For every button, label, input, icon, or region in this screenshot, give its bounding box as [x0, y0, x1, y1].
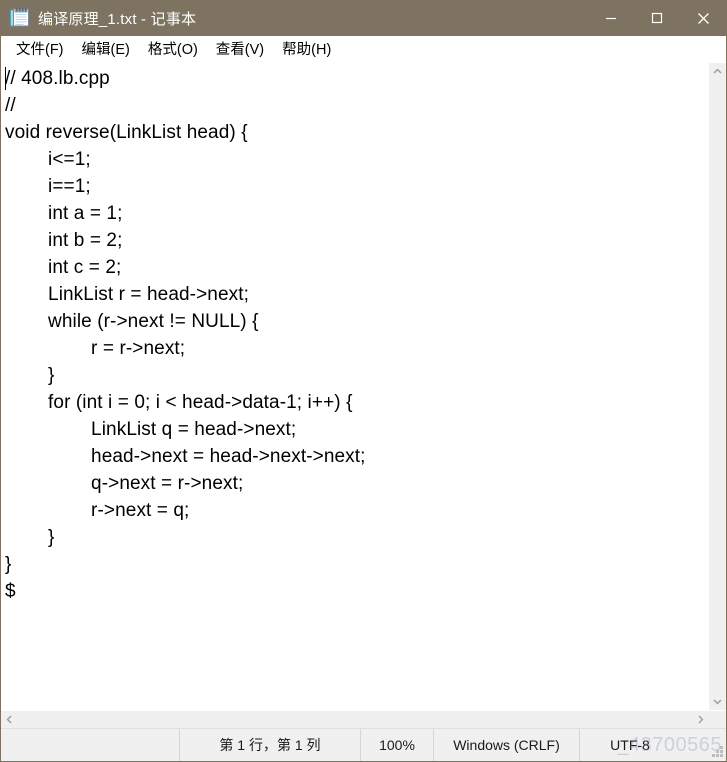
resize-grip[interactable] — [711, 746, 723, 758]
menu-bar: 文件(F) 编辑(E) 格式(O) 查看(V) 帮助(H) — [1, 36, 726, 63]
scroll-down-button[interactable] — [709, 693, 726, 710]
menu-item-help[interactable]: 帮助(H) — [273, 36, 340, 62]
chevron-left-icon — [6, 715, 12, 724]
status-cursor-position: 第 1 行，第 1 列 — [179, 729, 360, 761]
horizontal-scrollbar[interactable] — [1, 711, 709, 728]
text-editor-area[interactable]: // 408.lb.cpp // void reverse(LinkList h… — [1, 63, 708, 710]
window-title: 编译原理_1.txt - 记事本 — [38, 10, 197, 28]
scroll-right-button[interactable] — [692, 711, 709, 728]
vertical-scrollbar[interactable] — [708, 63, 726, 710]
menu-item-file[interactable]: 文件(F) — [7, 36, 73, 62]
menu-item-edit[interactable]: 编辑(E) — [73, 36, 139, 62]
minimize-button[interactable] — [588, 0, 634, 36]
status-spacer — [1, 729, 179, 761]
chevron-down-icon — [713, 699, 722, 705]
scrollbar-corner — [709, 711, 726, 728]
status-bar: 第 1 行，第 1 列 100% Windows (CRLF) UTF-8 _4… — [1, 728, 726, 761]
status-line-ending: Windows (CRLF) — [433, 729, 579, 761]
status-encoding: UTF-8 — [579, 729, 680, 761]
close-icon — [697, 12, 709, 24]
maximize-button[interactable] — [634, 0, 680, 36]
editor-content[interactable]: // 408.lb.cpp // void reverse(LinkList h… — [1, 65, 708, 605]
chevron-right-icon — [698, 715, 704, 724]
scroll-up-button[interactable] — [709, 63, 726, 80]
notepad-window: 编译原理_1.txt - 记事本 文件(F) 编辑(E) 格式(O) 查看(V)… — [0, 0, 727, 762]
caption-buttons — [588, 0, 726, 36]
title-bar[interactable]: 编译原理_1.txt - 记事本 — [1, 0, 726, 36]
maximize-icon — [651, 12, 663, 24]
close-button[interactable] — [680, 0, 726, 36]
horizontal-scrollbar-row — [1, 710, 726, 728]
status-zoom-level[interactable]: 100% — [360, 729, 433, 761]
chevron-up-icon — [713, 68, 722, 74]
editor-row: // 408.lb.cpp // void reverse(LinkList h… — [1, 63, 726, 710]
text-caret — [5, 67, 6, 90]
notepad-icon — [9, 7, 31, 29]
scroll-left-button[interactable] — [1, 711, 18, 728]
minimize-icon — [606, 17, 616, 20]
menu-item-view[interactable]: 查看(V) — [207, 36, 273, 62]
menu-item-format[interactable]: 格式(O) — [139, 36, 207, 62]
